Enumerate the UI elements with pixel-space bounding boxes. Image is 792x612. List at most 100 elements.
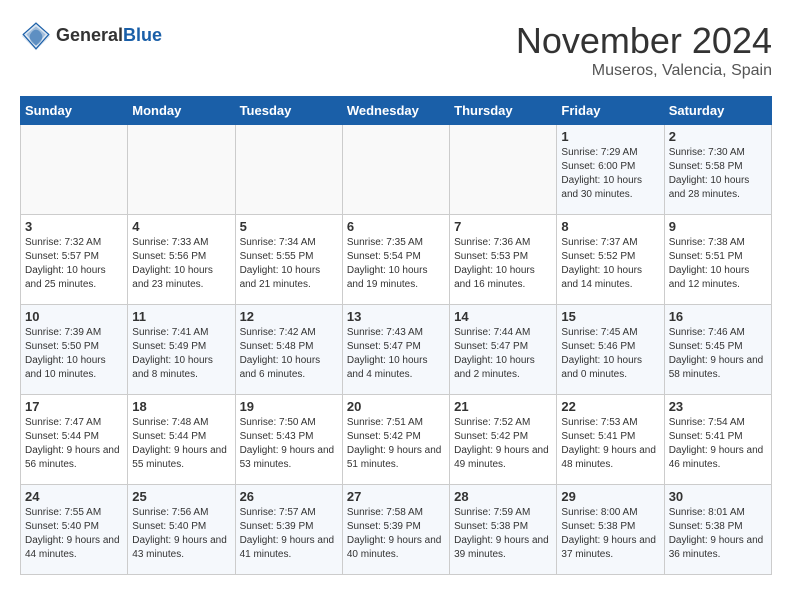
calendar-cell: 29 Sunrise: 8:00 AMSunset: 5:38 PMDaylig…: [557, 485, 664, 575]
header-friday: Friday: [557, 97, 664, 125]
day-number: 15: [561, 309, 659, 324]
day-info: Sunrise: 7:41 AMSunset: 5:49 PMDaylight:…: [132, 326, 230, 382]
calendar-cell: 17 Sunrise: 7:47 AMSunset: 5:44 PMDaylig…: [21, 395, 128, 485]
calendar-cell: 16 Sunrise: 7:46 AMSunset: 5:45 PMDaylig…: [664, 305, 771, 395]
location: Museros, Valencia, Spain: [516, 62, 772, 80]
day-info: Sunrise: 8:01 AMSunset: 5:38 PMDaylight:…: [669, 506, 767, 562]
day-info: Sunrise: 7:39 AMSunset: 5:50 PMDaylight:…: [25, 326, 123, 382]
day-info: Sunrise: 8:00 AMSunset: 5:38 PMDaylight:…: [561, 506, 659, 562]
calendar-cell: 6 Sunrise: 7:35 AMSunset: 5:54 PMDayligh…: [342, 215, 449, 305]
day-number: 9: [669, 219, 767, 234]
day-info: Sunrise: 7:35 AMSunset: 5:54 PMDaylight:…: [347, 236, 445, 292]
calendar-cell: 13 Sunrise: 7:43 AMSunset: 5:47 PMDaylig…: [342, 305, 449, 395]
day-info: Sunrise: 7:42 AMSunset: 5:48 PMDaylight:…: [240, 326, 338, 382]
day-number: 18: [132, 399, 230, 414]
calendar-week-5: 24 Sunrise: 7:55 AMSunset: 5:40 PMDaylig…: [21, 485, 772, 575]
calendar-cell: 3 Sunrise: 7:32 AMSunset: 5:57 PMDayligh…: [21, 215, 128, 305]
day-number: 26: [240, 489, 338, 504]
header-thursday: Thursday: [450, 97, 557, 125]
day-number: 17: [25, 399, 123, 414]
day-info: Sunrise: 7:30 AMSunset: 5:58 PMDaylight:…: [669, 146, 767, 202]
day-number: 20: [347, 399, 445, 414]
calendar-cell: 20 Sunrise: 7:51 AMSunset: 5:42 PMDaylig…: [342, 395, 449, 485]
day-number: 13: [347, 309, 445, 324]
calendar-week-3: 10 Sunrise: 7:39 AMSunset: 5:50 PMDaylig…: [21, 305, 772, 395]
day-info: Sunrise: 7:51 AMSunset: 5:42 PMDaylight:…: [347, 416, 445, 472]
logo-icon: [20, 20, 52, 52]
calendar-cell: 30 Sunrise: 8:01 AMSunset: 5:38 PMDaylig…: [664, 485, 771, 575]
header-tuesday: Tuesday: [235, 97, 342, 125]
day-info: Sunrise: 7:45 AMSunset: 5:46 PMDaylight:…: [561, 326, 659, 382]
day-number: 6: [347, 219, 445, 234]
day-info: Sunrise: 7:33 AMSunset: 5:56 PMDaylight:…: [132, 236, 230, 292]
calendar-cell: 21 Sunrise: 7:52 AMSunset: 5:42 PMDaylig…: [450, 395, 557, 485]
header-wednesday: Wednesday: [342, 97, 449, 125]
day-info: Sunrise: 7:58 AMSunset: 5:39 PMDaylight:…: [347, 506, 445, 562]
header-monday: Monday: [128, 97, 235, 125]
day-number: 1: [561, 129, 659, 144]
day-number: 5: [240, 219, 338, 234]
day-number: 30: [669, 489, 767, 504]
calendar-table: Sunday Monday Tuesday Wednesday Thursday…: [20, 96, 772, 575]
day-info: Sunrise: 7:43 AMSunset: 5:47 PMDaylight:…: [347, 326, 445, 382]
day-info: Sunrise: 7:44 AMSunset: 5:47 PMDaylight:…: [454, 326, 552, 382]
day-number: 28: [454, 489, 552, 504]
calendar-cell: 22 Sunrise: 7:53 AMSunset: 5:41 PMDaylig…: [557, 395, 664, 485]
calendar-cell: 7 Sunrise: 7:36 AMSunset: 5:53 PMDayligh…: [450, 215, 557, 305]
title-block: November 2024 Museros, Valencia, Spain: [516, 20, 772, 80]
calendar-cell: 2 Sunrise: 7:30 AMSunset: 5:58 PMDayligh…: [664, 125, 771, 215]
day-info: Sunrise: 7:48 AMSunset: 5:44 PMDaylight:…: [132, 416, 230, 472]
calendar-week-1: 1 Sunrise: 7:29 AMSunset: 6:00 PMDayligh…: [21, 125, 772, 215]
calendar-week-2: 3 Sunrise: 7:32 AMSunset: 5:57 PMDayligh…: [21, 215, 772, 305]
day-number: 25: [132, 489, 230, 504]
calendar-cell: 4 Sunrise: 7:33 AMSunset: 5:56 PMDayligh…: [128, 215, 235, 305]
calendar-cell: 5 Sunrise: 7:34 AMSunset: 5:55 PMDayligh…: [235, 215, 342, 305]
day-number: 27: [347, 489, 445, 504]
calendar-cell: 9 Sunrise: 7:38 AMSunset: 5:51 PMDayligh…: [664, 215, 771, 305]
day-number: 16: [669, 309, 767, 324]
day-number: 14: [454, 309, 552, 324]
calendar-cell: 23 Sunrise: 7:54 AMSunset: 5:41 PMDaylig…: [664, 395, 771, 485]
day-info: Sunrise: 7:36 AMSunset: 5:53 PMDaylight:…: [454, 236, 552, 292]
calendar-cell: [128, 125, 235, 215]
day-number: 29: [561, 489, 659, 504]
calendar-cell: [342, 125, 449, 215]
calendar-cell: 15 Sunrise: 7:45 AMSunset: 5:46 PMDaylig…: [557, 305, 664, 395]
day-number: 10: [25, 309, 123, 324]
calendar-cell: 14 Sunrise: 7:44 AMSunset: 5:47 PMDaylig…: [450, 305, 557, 395]
day-info: Sunrise: 7:50 AMSunset: 5:43 PMDaylight:…: [240, 416, 338, 472]
day-info: Sunrise: 7:32 AMSunset: 5:57 PMDaylight:…: [25, 236, 123, 292]
day-info: Sunrise: 7:52 AMSunset: 5:42 PMDaylight:…: [454, 416, 552, 472]
day-info: Sunrise: 7:34 AMSunset: 5:55 PMDaylight:…: [240, 236, 338, 292]
calendar-cell: 26 Sunrise: 7:57 AMSunset: 5:39 PMDaylig…: [235, 485, 342, 575]
day-info: Sunrise: 7:37 AMSunset: 5:52 PMDaylight:…: [561, 236, 659, 292]
day-number: 19: [240, 399, 338, 414]
day-info: Sunrise: 7:29 AMSunset: 6:00 PMDaylight:…: [561, 146, 659, 202]
calendar-cell: 12 Sunrise: 7:42 AMSunset: 5:48 PMDaylig…: [235, 305, 342, 395]
calendar-cell: 18 Sunrise: 7:48 AMSunset: 5:44 PMDaylig…: [128, 395, 235, 485]
calendar-week-4: 17 Sunrise: 7:47 AMSunset: 5:44 PMDaylig…: [21, 395, 772, 485]
calendar-cell: 28 Sunrise: 7:59 AMSunset: 5:38 PMDaylig…: [450, 485, 557, 575]
day-number: 24: [25, 489, 123, 504]
day-number: 12: [240, 309, 338, 324]
logo-text: GeneralBlue: [56, 26, 162, 46]
calendar-cell: 25 Sunrise: 7:56 AMSunset: 5:40 PMDaylig…: [128, 485, 235, 575]
calendar-cell: 27 Sunrise: 7:58 AMSunset: 5:39 PMDaylig…: [342, 485, 449, 575]
day-number: 22: [561, 399, 659, 414]
header-saturday: Saturday: [664, 97, 771, 125]
day-info: Sunrise: 7:47 AMSunset: 5:44 PMDaylight:…: [25, 416, 123, 472]
logo-general: GeneralBlue: [56, 26, 162, 46]
page-header: GeneralBlue November 2024 Museros, Valen…: [20, 20, 772, 80]
calendar-cell: 8 Sunrise: 7:37 AMSunset: 5:52 PMDayligh…: [557, 215, 664, 305]
calendar-cell: 1 Sunrise: 7:29 AMSunset: 6:00 PMDayligh…: [557, 125, 664, 215]
header-sunday: Sunday: [21, 97, 128, 125]
day-number: 2: [669, 129, 767, 144]
day-info: Sunrise: 7:55 AMSunset: 5:40 PMDaylight:…: [25, 506, 123, 562]
calendar-cell: [21, 125, 128, 215]
logo: GeneralBlue: [20, 20, 162, 52]
calendar-cell: [450, 125, 557, 215]
calendar-header-row: Sunday Monday Tuesday Wednesday Thursday…: [21, 97, 772, 125]
calendar-cell: 19 Sunrise: 7:50 AMSunset: 5:43 PMDaylig…: [235, 395, 342, 485]
calendar-cell: 24 Sunrise: 7:55 AMSunset: 5:40 PMDaylig…: [21, 485, 128, 575]
day-info: Sunrise: 7:46 AMSunset: 5:45 PMDaylight:…: [669, 326, 767, 382]
